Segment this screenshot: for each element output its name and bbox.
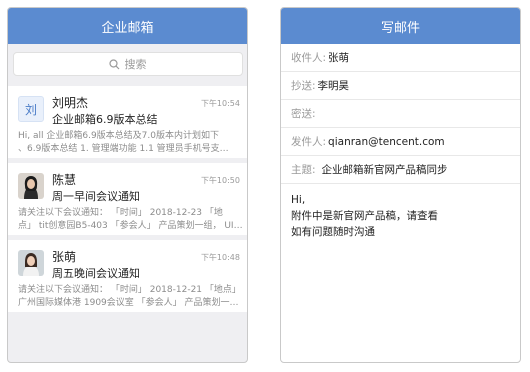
body-line: 附件中是新官网产品稿，请查看 xyxy=(291,210,438,222)
mail-time: 下午10:48 xyxy=(200,253,240,262)
mail-preview: 请关注以下会议通知： 「时间」 2018-12-21 「地点」 广州国际媒体港 … xyxy=(18,285,241,308)
mail-sender: 陈慧 xyxy=(52,173,77,187)
mail-time: 下午10:54 xyxy=(200,99,240,108)
subject-field[interactable]: 主题: 企业邮箱新官网产品稿同步 xyxy=(281,156,520,184)
avatar: 刘 xyxy=(18,96,44,122)
mail-subject: 周五晚间会议通知 xyxy=(52,267,140,280)
compose-screen: 写邮件 收件人: 张萌 抄送: 李明昊 密送: 发件人: qianran@ten… xyxy=(280,7,521,363)
avatar xyxy=(18,250,44,276)
mail-item-1[interactable]: 刘 刘明杰 下午10:54 企业邮箱6.9版本总结 Hi, all 企业邮箱6.… xyxy=(8,86,247,158)
avatar xyxy=(18,173,44,199)
from-label: 发件人: xyxy=(291,136,327,148)
search-placeholder: 搜索 xyxy=(124,58,147,71)
search-input[interactable]: 搜索 xyxy=(12,52,243,76)
to-value: 张萌 xyxy=(328,52,350,64)
cc-field[interactable]: 抄送: 李明昊 xyxy=(281,72,520,100)
mail-preview: Hi, all 企业邮箱6.9版本总结及7.0版本内计划如下 、6.9版本总结 … xyxy=(18,131,229,154)
to-field[interactable]: 收件人: 张萌 xyxy=(281,44,520,72)
search-area: 搜索 xyxy=(8,44,247,84)
bcc-label: 密送: xyxy=(291,108,316,120)
mailbox-screen: 企业邮箱 搜索 刘 刘明杰 下午10:54 企业邮箱6.9版本总结 Hi, al… xyxy=(7,7,248,363)
compose-title-bar: 写邮件 xyxy=(281,8,520,44)
mailbox-title-bar: 企业邮箱 xyxy=(8,8,247,44)
body-line: Hi, xyxy=(291,194,306,206)
body-line: 如有问题随时沟通 xyxy=(291,226,375,238)
bcc-field[interactable]: 密送: xyxy=(281,100,520,128)
subject-label: 主题: xyxy=(291,164,316,176)
mail-sender: 刘明杰 xyxy=(52,96,89,110)
subject-value: 企业邮箱新官网产品稿同步 xyxy=(321,164,448,176)
mail-subject: 周一早间会议通知 xyxy=(52,190,140,203)
mailbox-title: 企业邮箱 xyxy=(101,20,154,36)
mail-sender: 张萌 xyxy=(52,250,77,264)
from-field[interactable]: 发件人: qianran@tencent.com xyxy=(281,128,520,156)
cc-value: 李明昊 xyxy=(317,80,350,92)
compose-title: 写邮件 xyxy=(380,20,420,36)
from-value: qianran@tencent.com xyxy=(328,135,445,148)
mail-time: 下午10:50 xyxy=(200,176,240,185)
mail-body-editor[interactable]: Hi, 附件中是新官网产品稿，请查看 如有问题随时沟通 xyxy=(281,184,520,248)
mail-preview: 请关注以下会议通知： 「时间」 2018-12-23 「地 点」 tit创意园B… xyxy=(18,208,243,231)
mail-subject: 企业邮箱6.9版本总结 xyxy=(52,113,158,126)
mail-item-3[interactable]: 张萌 下午10:48 周五晚间会议通知 请关注以下会议通知： 「时间」 2018… xyxy=(8,240,247,312)
search-icon xyxy=(108,58,119,69)
to-label: 收件人: xyxy=(291,52,327,64)
cc-label: 抄送: xyxy=(291,80,316,92)
mail-item-2[interactable]: 陈慧 下午10:50 周一早间会议通知 请关注以下会议通知： 「时间」 2018… xyxy=(8,163,247,235)
